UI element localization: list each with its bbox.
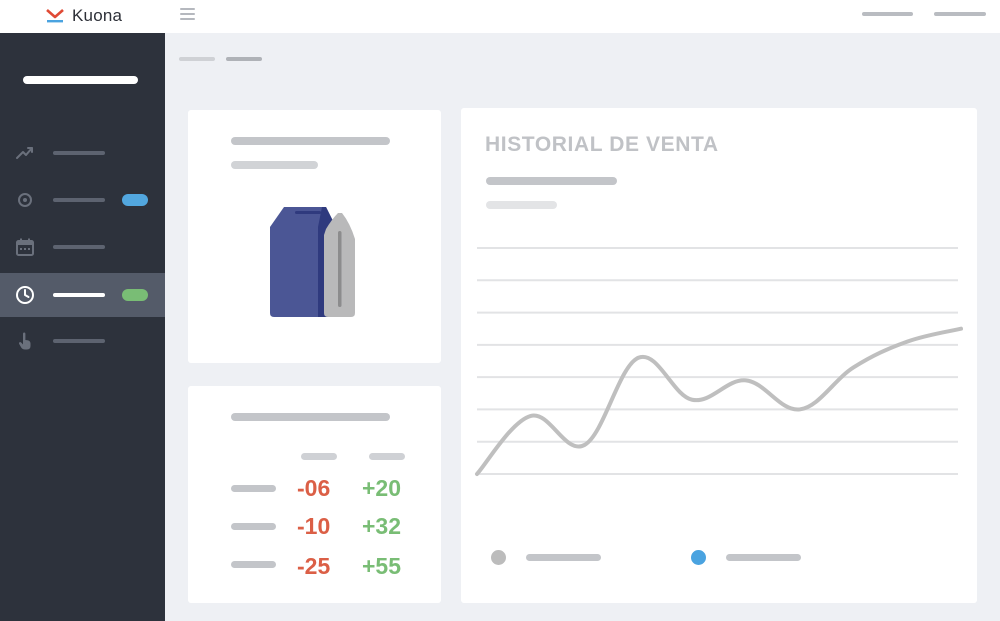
legend-label-1 (526, 554, 601, 561)
legend-dot-grey (491, 550, 506, 565)
row-label (231, 561, 276, 568)
product-bag-icon (270, 207, 355, 317)
column-header-positive (369, 453, 405, 460)
sidebar-item-targets[interactable] (0, 178, 165, 222)
breadcrumb-item-1[interactable] (179, 57, 215, 61)
sidebar-item-label (53, 293, 105, 297)
stats-title (231, 413, 390, 421)
negative-value: -10 (297, 513, 331, 539)
calendar-icon (16, 238, 34, 256)
legend-label-2 (726, 554, 801, 561)
target-icon (18, 193, 32, 207)
brand-logo[interactable]: Kuona (46, 6, 122, 26)
sidebar-item-label (53, 151, 105, 155)
notification-badge (122, 289, 148, 301)
product-card (188, 110, 441, 363)
hamburger-menu-icon[interactable] (180, 8, 195, 21)
sales-history-card: HISTORIAL DE VENTA (461, 108, 977, 603)
sales-series-line (475, 326, 963, 476)
product-title (231, 137, 390, 145)
column-header-negative (301, 453, 337, 460)
trend-icon (16, 147, 33, 159)
legend-dot-blue (691, 550, 706, 565)
kuona-logo-icon (46, 9, 64, 23)
chart-grid (477, 247, 958, 475)
sidebar-item-label (53, 198, 105, 202)
top-bar: Kuona (0, 0, 1000, 33)
top-menu-link-2[interactable] (934, 12, 986, 16)
sidebar-user-name (23, 76, 138, 84)
sidebar (0, 33, 165, 621)
product-subtitle (231, 161, 318, 169)
top-menu-link-1[interactable] (862, 12, 913, 16)
notification-badge (122, 194, 148, 206)
sidebar-item-history[interactable] (0, 273, 165, 317)
negative-value: -06 (297, 475, 331, 501)
row-label (231, 485, 276, 492)
sidebar-item-calendar[interactable] (0, 225, 165, 269)
brand-name: Kuona (72, 6, 123, 25)
breadcrumb-item-2[interactable] (226, 57, 262, 61)
sidebar-item-interactions[interactable] (0, 319, 165, 363)
stats-card: -06 +20 -10 +32 -25 +55 (188, 386, 441, 603)
clock-icon (16, 286, 34, 304)
hand-pointer-icon (18, 332, 31, 350)
positive-value: +20 (362, 475, 402, 501)
sidebar-item-label (53, 339, 105, 343)
sidebar-item-label (53, 245, 105, 249)
positive-value: +55 (362, 553, 402, 579)
row-label (231, 523, 276, 530)
positive-value: +32 (362, 513, 402, 539)
sales-line-chart (475, 247, 963, 476)
sidebar-item-trends[interactable] (0, 131, 165, 175)
negative-value: -25 (297, 553, 331, 579)
